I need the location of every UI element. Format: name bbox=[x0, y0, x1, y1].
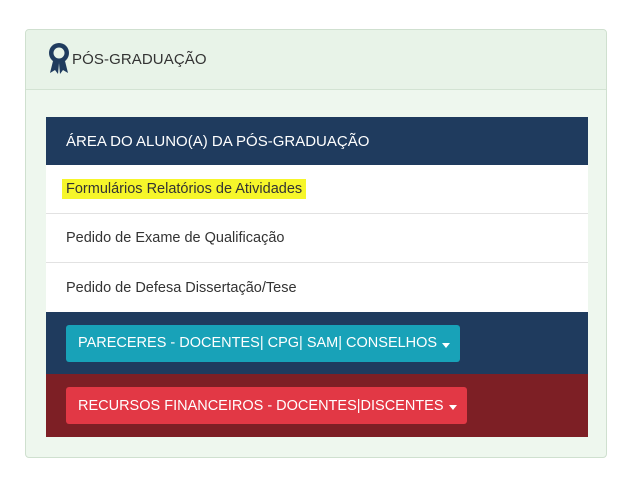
recursos-band: RECURSOS FINANCEIROS - DOCENTES|DISCENTE… bbox=[46, 374, 588, 437]
pareceres-band: PARECERES - DOCENTES| CPG| SAM| CONSELHO… bbox=[46, 312, 588, 374]
menu-header: ÁREA DO ALUNO(A) DA PÓS-GRADUAÇÃO bbox=[46, 117, 588, 165]
recursos-financeiros-dropdown-button[interactable]: RECURSOS FINANCEIROS - DOCENTES|DISCENTE… bbox=[66, 387, 467, 424]
caret-down-icon bbox=[448, 405, 457, 410]
menu-item-defesa-dissertacao[interactable]: Pedido de Defesa Dissertação/Tese bbox=[46, 263, 588, 312]
menu-item-exame-qualificacao[interactable]: Pedido de Exame de Qualificação bbox=[46, 214, 588, 263]
menu-item-formularios-relatorios[interactable]: Formulários Relatórios de Atividades bbox=[46, 165, 588, 214]
recursos-button-label: RECURSOS FINANCEIROS - DOCENTES|DISCENTE… bbox=[78, 397, 444, 414]
pareceres-button-label: PARECERES - DOCENTES| CPG| SAM| CONSELHO… bbox=[78, 335, 438, 351]
menu-item-label: Pedido de Defesa Dissertação/Tese bbox=[66, 279, 297, 296]
menu-item-label: Pedido de Exame de Qualificação bbox=[66, 230, 285, 246]
pos-graduacao-panel: PÓS-GRADUAÇÃO ÁREA DO ALUNO(A) DA PÓS-GR… bbox=[25, 29, 607, 458]
panel-heading: PÓS-GRADUAÇÃO bbox=[26, 30, 606, 90]
award-ribbon-icon bbox=[46, 41, 72, 75]
panel-title: PÓS-GRADUAÇÃO bbox=[72, 51, 207, 68]
student-area-menu: ÁREA DO ALUNO(A) DA PÓS-GRADUAÇÃO Formul… bbox=[46, 117, 588, 437]
menu-item-label: Formulários Relatórios de Atividades bbox=[62, 179, 307, 199]
caret-down-icon bbox=[442, 342, 451, 348]
pareceres-dropdown-button[interactable]: PARECERES - DOCENTES| CPG| SAM| CONSELHO… bbox=[66, 324, 461, 362]
